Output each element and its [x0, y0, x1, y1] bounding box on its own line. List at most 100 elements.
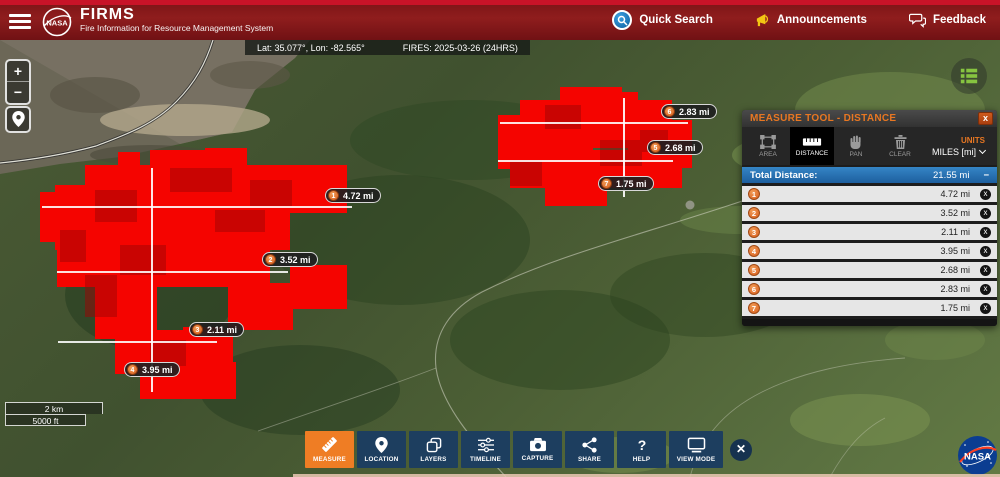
- toolbar-view-mode-label: VIEW MODE: [676, 455, 716, 463]
- pan-hand-icon: [850, 135, 861, 149]
- measure-label-number: 6: [664, 106, 675, 117]
- row-number-badge: 7: [748, 302, 760, 314]
- pan-tool-label: PAN: [849, 150, 863, 158]
- area-icon: [760, 134, 776, 149]
- measure-label-text: 3.52 mi: [280, 254, 311, 265]
- delete-measurement-button[interactable]: x: [980, 207, 991, 219]
- measure-label-text: 2.68 mi: [665, 142, 696, 153]
- app-subtitle: Fire Information for Resource Management…: [80, 23, 274, 33]
- toolbar-help-button[interactable]: ? HELP: [617, 431, 666, 468]
- measure-label-text: 4.72 mi: [343, 190, 374, 201]
- toolbar-layers-label: LAYERS: [420, 455, 447, 463]
- measure-label-text: 2.83 mi: [679, 106, 710, 117]
- camera-icon: [529, 437, 546, 452]
- zoom-in-button[interactable]: +: [7, 61, 29, 82]
- measure-label-number: 4: [127, 364, 138, 375]
- measure-label-text: 3.95 mi: [142, 364, 173, 375]
- header-nav: Quick Search Announcements Feedback: [612, 0, 986, 40]
- toolbar-layers-button[interactable]: LAYERS: [409, 431, 458, 468]
- measure-panel-close-button[interactable]: x: [978, 112, 993, 125]
- delete-measurement-button[interactable]: x: [980, 283, 991, 295]
- svg-text:NASA: NASA: [46, 19, 68, 28]
- toolbar-view-mode-button[interactable]: VIEW MODE: [669, 431, 723, 468]
- zoom-out-button[interactable]: −: [7, 82, 29, 103]
- feedback-label: Feedback: [932, 14, 986, 26]
- trash-icon: [894, 134, 906, 149]
- total-distance-label: Total Distance:: [750, 169, 818, 181]
- toolbar-close-button[interactable]: ✕: [730, 438, 752, 461]
- toolbar-measure-button[interactable]: MEASURE: [305, 431, 354, 468]
- row-number-badge: 3: [748, 226, 760, 238]
- clear-tool-button[interactable]: CLEAR: [878, 127, 922, 165]
- app-brand: FIRMS Fire Information for Resource Mana…: [80, 6, 273, 33]
- measure-label-2: 2 3.52 mi: [262, 252, 318, 267]
- feedback-chat-icon: [908, 13, 926, 28]
- nasa-logo-icon: NASA: [42, 7, 72, 37]
- delete-measurement-button[interactable]: x: [980, 245, 991, 257]
- map-canvas[interactable]: Lat: 35.077°, Lon: -82.565° FIRES: 2025-…: [0, 40, 1000, 477]
- pan-tool-button[interactable]: PAN: [834, 127, 878, 165]
- announcements-button[interactable]: Announcements: [755, 13, 867, 28]
- measure-label-text: 2.11 mi: [207, 324, 238, 335]
- legend-list-icon: [960, 68, 978, 84]
- measure-label-1: 1 4.72 mi: [325, 188, 381, 203]
- distance-tool-label: DISTANCE: [795, 149, 829, 157]
- units-label: UNITS: [961, 135, 985, 145]
- measure-label-number: 5: [650, 142, 661, 153]
- quick-search-button[interactable]: Quick Search: [612, 10, 713, 30]
- measure-label-5: 5 2.68 mi: [647, 140, 703, 155]
- timeline-sliders-icon: [477, 437, 494, 452]
- my-location-button[interactable]: [7, 108, 29, 131]
- measure-label-number: 1: [328, 190, 339, 201]
- share-icon: [582, 436, 597, 453]
- svg-text:?: ?: [637, 437, 646, 453]
- toolbar-share-label: SHARE: [577, 455, 602, 463]
- collapse-panel-button[interactable]: −: [983, 170, 989, 181]
- toolbar-help-label: HELP: [632, 455, 651, 463]
- measurement-row-5: 5 2.68 mi x: [742, 262, 997, 278]
- measure-panel-toolbar: AREA DISTANCE PAN CLEAR UNITS MILES [mi]: [742, 127, 997, 165]
- toolbar-measure-label: MEASURE: [313, 456, 346, 463]
- measure-label-number: 7: [601, 178, 612, 189]
- row-number-badge: 5: [748, 264, 760, 276]
- area-tool-label: AREA: [759, 150, 777, 158]
- distance-tool-button[interactable]: DISTANCE: [790, 127, 834, 165]
- units-selector: UNITS MILES [mi]: [922, 127, 993, 165]
- toolbar-timeline-button[interactable]: TIMELINE: [461, 431, 510, 468]
- measure-panel-header: MEASURE TOOL - DISTANCE x: [742, 110, 997, 127]
- delete-measurement-button[interactable]: x: [980, 188, 991, 200]
- measurement-row-1: 1 4.72 mi x: [742, 186, 997, 202]
- toolbar-location-label: LOCATION: [364, 455, 399, 463]
- search-icon: [612, 10, 633, 30]
- units-dropdown[interactable]: MILES [mi]: [931, 146, 987, 157]
- svg-text:NASA: NASA: [964, 452, 991, 463]
- delete-measurement-button[interactable]: x: [980, 264, 991, 276]
- measurement-row-4: 4 3.95 mi x: [742, 243, 997, 259]
- monitor-icon: [687, 437, 705, 452]
- locate-control: [5, 106, 31, 133]
- measurement-row-7: 7 1.75 mi x: [742, 300, 997, 316]
- row-value: 1.75 mi: [940, 303, 970, 313]
- row-value: 4.72 mi: [940, 189, 970, 199]
- delete-measurement-button[interactable]: x: [980, 302, 991, 314]
- toolbar-capture-button[interactable]: CAPTURE: [513, 431, 562, 468]
- toolbar-location-button[interactable]: LOCATION: [357, 431, 406, 468]
- measure-tool-panel: MEASURE TOOL - DISTANCE x AREA DISTANCE …: [742, 110, 997, 326]
- units-value: MILES [mi]: [931, 146, 976, 157]
- feedback-button[interactable]: Feedback: [908, 13, 986, 28]
- row-number-badge: 6: [748, 283, 760, 295]
- map-info-bar: Lat: 35.077°, Lon: -82.565° FIRES: 2025-…: [245, 40, 530, 55]
- row-value: 2.68 mi: [940, 265, 970, 275]
- help-question-icon: ?: [637, 437, 646, 453]
- delete-measurement-button[interactable]: x: [980, 226, 991, 238]
- toolbar-share-button[interactable]: SHARE: [565, 431, 614, 468]
- legend-toggle-button[interactable]: [951, 58, 987, 94]
- megaphone-icon: [756, 13, 768, 26]
- measure-label-4: 4 3.95 mi: [124, 362, 180, 377]
- measure-label-7: 7 1.75 mi: [598, 176, 654, 191]
- distance-ruler-icon: [802, 137, 822, 146]
- measure-panel-footer: [742, 319, 997, 326]
- hamburger-menu-icon[interactable]: [9, 11, 31, 32]
- total-distance-row: Total Distance: 21.55 mi −: [742, 167, 997, 183]
- area-tool-button[interactable]: AREA: [746, 127, 790, 165]
